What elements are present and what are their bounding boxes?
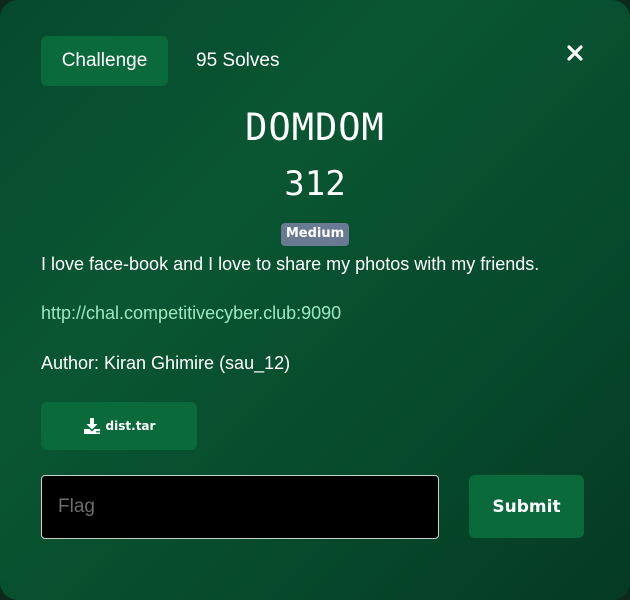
tab-challenge[interactable]: Challenge bbox=[41, 36, 168, 86]
difficulty-badge-wrap: Medium bbox=[0, 223, 630, 246]
challenge-title: DOMDOM bbox=[245, 106, 385, 149]
file-name: dist.tar bbox=[105, 419, 156, 433]
submit-button[interactable]: Submit bbox=[469, 475, 584, 538]
challenge-description: I love face-book and I love to share my … bbox=[41, 254, 540, 274]
flag-input[interactable] bbox=[41, 475, 439, 539]
download-file-button[interactable]: dist.tar bbox=[41, 402, 197, 450]
tab-solves[interactable]: 95 Solves bbox=[196, 36, 279, 86]
download-icon bbox=[83, 418, 100, 434]
challenge-modal: Challenge 95 Solves DOMDOM 312 Medium I … bbox=[0, 0, 630, 600]
challenge-author: Author: Kiran Ghimire (sau_12) bbox=[41, 353, 291, 373]
difficulty-badge: Medium bbox=[280, 223, 350, 246]
close-icon bbox=[567, 45, 583, 61]
close-button[interactable] bbox=[563, 40, 587, 66]
challenge-points: 312 bbox=[284, 164, 346, 204]
challenge-link[interactable]: http://chal.competitivecyber.club:9090 bbox=[41, 303, 341, 324]
